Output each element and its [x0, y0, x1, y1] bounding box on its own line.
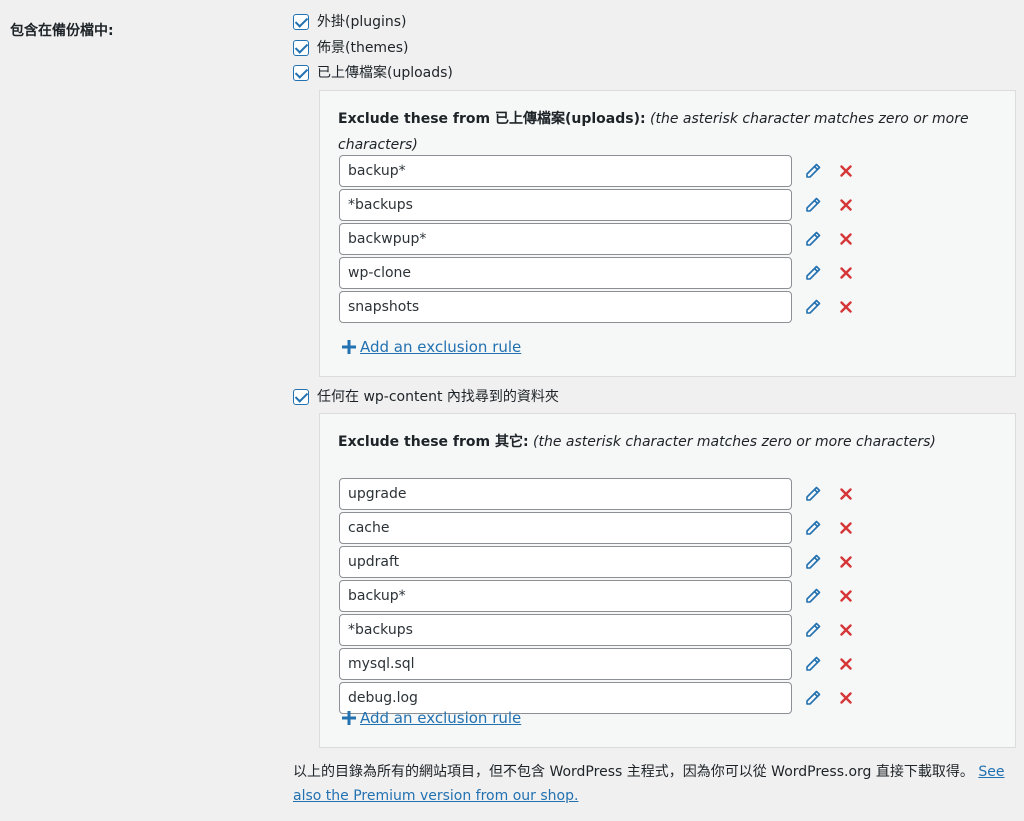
checkbox-uploads[interactable] [293, 65, 309, 81]
exclusion-rule-row [339, 614, 854, 646]
exclusion-rule-input[interactable] [339, 512, 792, 544]
exclusion-rule-input[interactable] [339, 189, 792, 221]
close-icon[interactable] [838, 554, 854, 570]
exclusion-rule-row [339, 155, 854, 187]
plus-icon [342, 711, 356, 725]
exclusion-rule-row [339, 291, 854, 323]
exclusion-rule-row [339, 478, 854, 510]
others-exclusion-panel: Exclude these from 其它: (the asterisk cha… [319, 413, 1016, 748]
close-icon[interactable] [838, 520, 854, 536]
close-icon[interactable] [838, 656, 854, 672]
uploads-add-rule[interactable]: Add an exclusion rule [342, 338, 521, 356]
close-icon[interactable] [838, 486, 854, 502]
close-icon[interactable] [838, 690, 854, 706]
pencil-icon[interactable] [804, 621, 822, 639]
uploads-heading-bold: Exclude these from 已上傳檔案(uploads): [338, 111, 646, 127]
add-exclusion-rule-link[interactable]: Add an exclusion rule [360, 709, 521, 727]
exclusion-rule-row [339, 648, 854, 680]
close-icon[interactable] [838, 163, 854, 179]
exclusion-rule-input[interactable] [339, 478, 792, 510]
pencil-icon[interactable] [804, 689, 822, 707]
exclusion-rule-row [339, 257, 854, 289]
exclusion-rule-row [339, 512, 854, 544]
others-add-rule[interactable]: Add an exclusion rule [342, 709, 521, 727]
pencil-icon[interactable] [804, 485, 822, 503]
pencil-icon[interactable] [804, 298, 822, 316]
others-heading-bold: Exclude these from 其它: [338, 434, 529, 450]
footer-text: 以上的目錄為所有的網站項目，但不包含 WordPress 主程式，因為你可以從 … [293, 764, 974, 780]
pencil-icon[interactable] [804, 553, 822, 571]
exclusion-rule-row [339, 580, 854, 612]
exclusion-rule-input[interactable] [339, 580, 792, 612]
checkbox-plugins-label: 外掛(plugins) [317, 14, 407, 30]
checkbox-plugins[interactable] [293, 14, 309, 30]
close-icon[interactable] [838, 265, 854, 281]
pencil-icon[interactable] [804, 162, 822, 180]
pencil-icon[interactable] [804, 196, 822, 214]
exclusion-rule-input[interactable] [339, 546, 792, 578]
close-icon[interactable] [838, 622, 854, 638]
uploads-exclusion-heading: Exclude these from 已上傳檔案(uploads): (the … [338, 106, 997, 158]
checkbox-others-row[interactable]: 任何在 wp-content 內找尋到的資料夾 [293, 387, 559, 407]
close-icon[interactable] [838, 588, 854, 604]
add-exclusion-rule-link[interactable]: Add an exclusion rule [360, 338, 521, 356]
pencil-icon[interactable] [804, 230, 822, 248]
checkbox-others-label: 任何在 wp-content 內找尋到的資料夾 [317, 389, 559, 405]
exclusion-rule-input[interactable] [339, 155, 792, 187]
close-icon[interactable] [838, 231, 854, 247]
pencil-icon[interactable] [804, 655, 822, 673]
exclusion-rule-input[interactable] [339, 648, 792, 680]
uploads-exclusion-panel: Exclude these from 已上傳檔案(uploads): (the … [319, 90, 1016, 377]
pencil-icon[interactable] [804, 587, 822, 605]
checkbox-themes-row[interactable]: 佈景(themes) [293, 38, 408, 58]
close-icon[interactable] [838, 299, 854, 315]
footer-note: 以上的目錄為所有的網站項目，但不包含 WordPress 主程式，因為你可以從 … [293, 760, 1013, 808]
checkbox-plugins-row[interactable]: 外掛(plugins) [293, 12, 407, 32]
section-label: 包含在備份檔中: [10, 23, 114, 39]
checkbox-themes-label: 佈景(themes) [317, 40, 409, 56]
pencil-icon[interactable] [804, 264, 822, 282]
exclusion-rule-input[interactable] [339, 614, 792, 646]
exclusion-rule-input[interactable] [339, 291, 792, 323]
close-icon[interactable] [838, 197, 854, 213]
checkbox-uploads-row[interactable]: 已上傳檔案(uploads) [293, 63, 453, 83]
others-heading-italic: (the asterisk character matches zero or … [533, 434, 936, 450]
exclusion-rule-input[interactable] [339, 257, 792, 289]
plus-icon [342, 340, 356, 354]
checkbox-uploads-label: 已上傳檔案(uploads) [317, 65, 453, 81]
exclusion-rule-input[interactable] [339, 223, 792, 255]
pencil-icon[interactable] [804, 519, 822, 537]
checkbox-themes[interactable] [293, 40, 309, 56]
exclusion-rule-row [339, 546, 854, 578]
others-exclusion-heading: Exclude these from 其它: (the asterisk cha… [338, 429, 997, 455]
exclusion-rule-row [339, 189, 854, 221]
exclusion-rule-row [339, 223, 854, 255]
checkbox-others[interactable] [293, 389, 309, 405]
